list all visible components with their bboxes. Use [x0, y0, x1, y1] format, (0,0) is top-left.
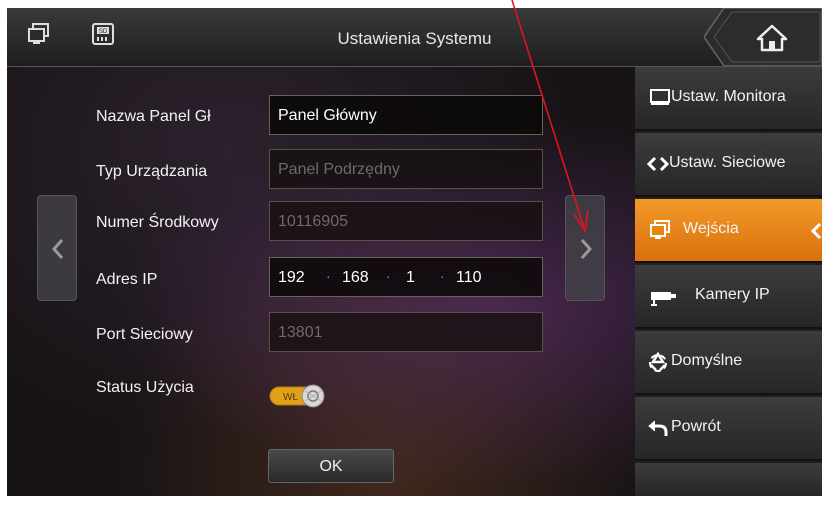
sidebar-item-back[interactable]: Powrót: [635, 397, 822, 461]
sidebar-item-network-settings[interactable]: Ustaw. Sieciowe: [635, 133, 822, 197]
sidebar-item-defaults[interactable]: Domyślne: [635, 331, 822, 395]
prev-page-button[interactable]: [37, 195, 77, 301]
ip-octet-3[interactable]: 1: [406, 258, 415, 298]
chevron-right-icon: [580, 239, 593, 259]
recycle-icon: [649, 351, 667, 372]
usage-status-toggle[interactable]: WŁ: [269, 384, 327, 408]
sidebar-item-label: Kamery IP: [695, 286, 770, 303]
ok-button[interactable]: OK: [268, 449, 394, 483]
sidebar-item-label: Domyślne: [671, 352, 743, 369]
middle-number-field: 10116905: [269, 201, 543, 241]
sidebar: Ustaw. Monitora Ustaw. Sieciowe Wejścia: [635, 67, 822, 496]
sidebar-item-label: Powrót: [671, 418, 721, 435]
sidebar-item-inputs[interactable]: Wejścia: [635, 199, 822, 263]
label-device-type: Typ Urządzania: [96, 163, 208, 180]
sidebar-item-label: Ustaw. Monitora: [671, 88, 786, 105]
top-bar: SD Ustawienia Systemu: [7, 8, 822, 67]
settings-panel: Nazwa Panel Gł Panel Główny Typ Urządzan…: [7, 67, 635, 496]
label-middle-number: Numer Środkowy: [96, 214, 219, 231]
sidebar-item-monitor-settings[interactable]: Ustaw. Monitora: [635, 67, 822, 131]
next-page-button[interactable]: [565, 195, 605, 301]
label-ip-address: Adres IP: [96, 271, 158, 288]
sidebar-item-ip-cameras[interactable]: Kamery IP: [635, 265, 822, 329]
label-network-port: Port Sieciowy: [96, 326, 193, 343]
device-screen: SD Ustawienia Systemu Nazwa Panel Gł Pan…: [7, 8, 822, 496]
ip-octet-4[interactable]: 110: [456, 258, 482, 298]
ip-octet-1[interactable]: 192: [278, 258, 305, 298]
toggle-label: WŁ: [283, 392, 298, 403]
ip-address-input[interactable]: 192 · 168 · 1 · 110: [269, 257, 543, 297]
monitor-icon: [650, 89, 670, 105]
network-arrows-icon: [647, 156, 669, 172]
sidebar-item-label: Ustaw. Sieciowe: [669, 154, 786, 171]
ip-octet-2[interactable]: 168: [342, 258, 369, 298]
ip-separator: ·: [326, 268, 331, 284]
panel-name-input[interactable]: Panel Główny: [269, 95, 543, 135]
device-type-field: Panel Podrzędny: [269, 149, 543, 189]
inputs-icon: [650, 220, 670, 239]
ip-separator: ·: [440, 268, 445, 284]
page-title: Ustawienia Systemu: [337, 29, 492, 48]
camera-icon: [651, 292, 676, 306]
chevron-left-icon: [51, 239, 64, 259]
label-panel-name: Nazwa Panel Gł: [96, 108, 211, 125]
network-port-field: 13801: [269, 312, 543, 352]
back-arrow-icon: [648, 420, 668, 436]
chevron-left-icon: [810, 222, 822, 240]
home-button[interactable]: [704, 8, 822, 66]
sidebar-item-label: Wejścia: [683, 220, 739, 237]
label-usage-status: Status Użycia: [96, 379, 194, 396]
ip-separator: ·: [386, 268, 391, 284]
sidebar-filler: [635, 463, 822, 496]
